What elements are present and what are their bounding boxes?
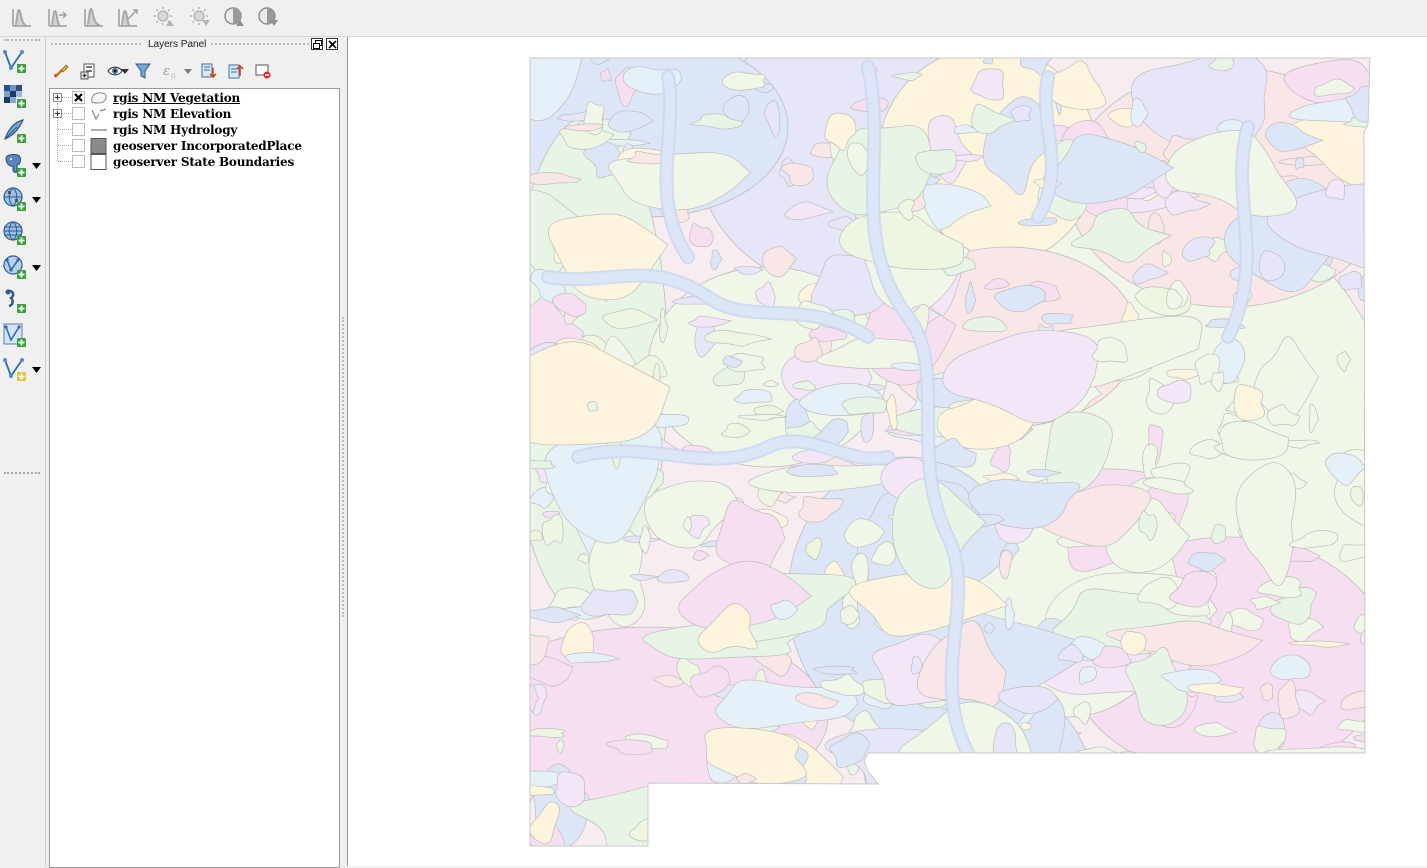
brightness-decrease-icon[interactable] [186, 4, 214, 30]
polygon-icon [90, 90, 108, 106]
style-manager-icon[interactable] [51, 61, 71, 81]
layer-visibility-checkbox[interactable] [72, 107, 85, 120]
vegetation-map [529, 57, 1371, 847]
expand-icon[interactable] [53, 93, 62, 102]
histogram-stretch-cumulative-icon[interactable] [114, 4, 142, 30]
collapse-all-icon[interactable] [226, 61, 246, 81]
add-group-icon[interactable] [79, 61, 99, 81]
layer-name: rgis NM Elevation [113, 107, 232, 121]
expand-all-icon[interactable] [199, 61, 219, 81]
histogram-cumulative-icon[interactable] [80, 4, 108, 30]
raster-toolbar [0, 0, 1427, 37]
layer-visibility-checkbox[interactable] [72, 123, 85, 136]
contrast-increase-icon[interactable] [220, 4, 248, 30]
add-wcs-layer-icon[interactable] [1, 219, 29, 247]
float-panel-icon[interactable] [311, 38, 323, 50]
new-spatialite-layer-icon[interactable] [1, 355, 29, 383]
add-wms-layer-icon[interactable] [1, 185, 29, 213]
remove-layer-icon[interactable] [253, 61, 273, 81]
layers-panel-toolbar: ε() [47, 57, 341, 85]
layer-item-elevation[interactable]: rgis NM Elevation [50, 106, 339, 122]
filter-legend-icon[interactable] [133, 61, 153, 81]
filter-expression-icon[interactable]: ε() [160, 61, 180, 81]
add-postgis-layer-icon[interactable] [1, 151, 29, 179]
wfs-dropdown-icon[interactable] [31, 263, 41, 273]
histogram-icon[interactable] [8, 4, 36, 30]
layer-name: rgis NM Hydrology [113, 123, 238, 137]
layer-name: rgis NM Vegetation [113, 91, 241, 105]
layer-tree[interactable]: rgis NM Vegetation rgis NM Elevation rgi… [49, 88, 340, 868]
brightness-increase-icon[interactable] [150, 4, 178, 30]
vegetation-polygons [530, 58, 1370, 846]
splitter-grip [342, 317, 346, 617]
layer-visibility-checkbox[interactable] [72, 139, 85, 152]
new-layer-dropdown-icon[interactable] [31, 365, 41, 375]
expand-icon[interactable] [53, 109, 62, 118]
postgis-dropdown-icon[interactable] [31, 161, 41, 171]
add-raster-layer-icon[interactable] [1, 82, 29, 110]
histogram-stretch-icon[interactable] [44, 4, 72, 30]
visibility-dropdown-icon[interactable] [121, 69, 129, 75]
toolbar-grip[interactable] [4, 39, 40, 43]
layer-visibility-checkbox[interactable] [72, 91, 85, 104]
add-wfs-layer-icon[interactable] [1, 253, 29, 281]
layer-visibility-checkbox[interactable] [72, 155, 85, 168]
layer-item-state-boundaries[interactable]: geoserver State Boundaries [50, 154, 339, 170]
new-shapefile-layer-icon[interactable] [1, 321, 29, 349]
layer-item-hydrology[interactable]: rgis NM Hydrology [50, 122, 339, 138]
add-spatialite-layer-icon[interactable] [1, 117, 29, 145]
panel-title: Layers Panel [143, 39, 212, 50]
close-panel-icon[interactable] [326, 38, 338, 50]
wms-dropdown-icon[interactable] [31, 195, 41, 205]
layers-panel: Layers Panel ε() rgis NM Vegetation rgis… [47, 37, 341, 868]
layer-item-incorporated-place[interactable]: geoserver IncorporatedPlace [50, 138, 339, 154]
contrast-decrease-icon[interactable] [254, 4, 282, 30]
toolbar-separator [4, 472, 40, 478]
map-canvas[interactable] [347, 37, 1427, 866]
line-icon [90, 122, 108, 138]
add-delimited-text-layer-icon[interactable] [1, 287, 29, 315]
add-vector-layer-icon[interactable] [1, 47, 29, 75]
layer-item-vegetation[interactable]: rgis NM Vegetation [50, 90, 339, 106]
panel-title-bar[interactable]: Layers Panel [47, 37, 341, 53]
svg-text:ε: ε [163, 64, 170, 79]
layer-name: geoserver State Boundaries [113, 155, 295, 169]
grey-fill-icon [90, 138, 108, 154]
white-fill-icon [90, 154, 108, 170]
panel-splitter[interactable] [341, 37, 346, 866]
svg-text:(): () [171, 73, 176, 80]
raster-line-icon [90, 106, 108, 122]
manage-layers-toolbar [0, 37, 46, 866]
expression-dropdown-icon[interactable] [184, 69, 192, 75]
layer-name: geoserver IncorporatedPlace [113, 139, 302, 153]
